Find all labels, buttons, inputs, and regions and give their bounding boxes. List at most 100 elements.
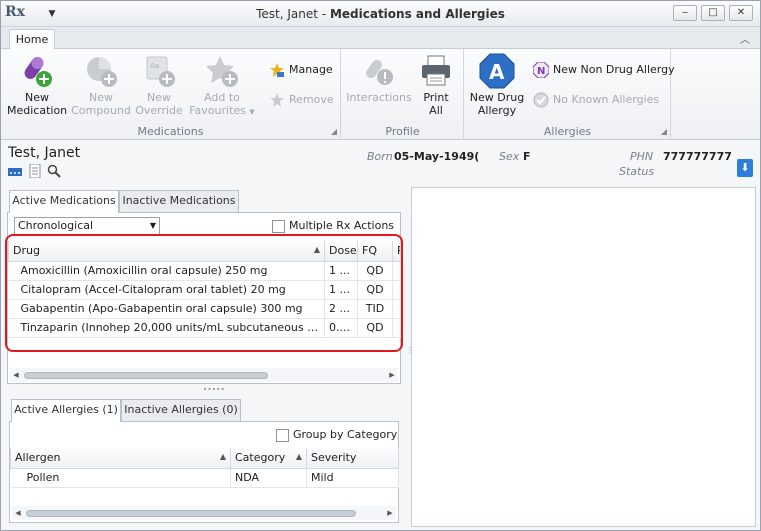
scroll-thumb[interactable]: [26, 510, 356, 517]
patient-tools: [8, 163, 63, 179]
allergies-panel: Group by Category Allergen ▲ Category ▲ Se…: [9, 421, 399, 523]
expand-patient-down-arrow-icon[interactable]: ⬇: [737, 159, 753, 177]
ribbon-tab-row: Home ︿: [1, 27, 760, 50]
new-drug-allergy-button[interactable]: A New Drug Allergy: [467, 53, 527, 117]
scroll-right-icon[interactable]: ▶: [384, 506, 396, 520]
checkbox-box[interactable]: [276, 428, 289, 442]
allergies-table: Allergen ▲ Category ▲ Severity Pollen NDA …: [10, 448, 399, 488]
dose-cell: 1 ...: [324, 261, 358, 281]
new-non-drug-allergy-button[interactable]: N New Non Drug Allergy: [533, 61, 675, 79]
favourites-dropdown-icon: ▼: [249, 108, 255, 116]
medications-group-label: Medications: [137, 125, 204, 138]
allergies-horizontal-scrollbar[interactable]: ◀ ▶: [12, 506, 396, 520]
horizontal-splitter-grip[interactable]: ∙∙∙∙∙: [203, 386, 225, 393]
medications-group-launcher-icon[interactable]: ◢: [331, 127, 337, 136]
allergy-tabs: Active Allergies (1) Inactive Allergies …: [11, 399, 251, 422]
drug-cell: Tinzaparin (Innohep 20,000 units/mL subc…: [8, 318, 325, 338]
group-by-category-checkbox[interactable]: Group by Category: [276, 428, 397, 442]
allergies-header-row: Allergen ▲ Category ▲ Severity: [10, 448, 399, 469]
maximize-button[interactable]: □: [701, 5, 725, 21]
tab-active-medications[interactable]: Active Medications: [9, 190, 119, 213]
drug-cell: Gabapentin (Apo-Gabapentin oral capsule)…: [8, 299, 325, 319]
status-label: Status: [619, 165, 655, 178]
no-known-allergies-button[interactable]: No Known Allergies: [533, 91, 659, 109]
born-label: Born: [367, 150, 393, 163]
scroll-right-icon[interactable]: ▶: [386, 368, 398, 382]
remove-button[interactable]: Remove: [269, 91, 334, 109]
document-icon[interactable]: [28, 163, 42, 179]
sex-value: F: [523, 150, 531, 163]
main-window: Rx ▼ Test, Janet - Medications and Aller…: [0, 0, 761, 531]
ribbon-group-allergies: A New Drug Allergy N New Non Drug Allerg…: [465, 49, 675, 140]
dose-cell: 0....: [324, 318, 358, 338]
drug-cell: Amoxicillin (Amoxicillin oral capsule) 2…: [8, 261, 325, 281]
sort-mode-select[interactable]: Chronological ▼: [14, 217, 160, 235]
new-medication-button[interactable]: New Medication: [7, 53, 67, 117]
favourites-star-icon: [206, 56, 238, 87]
table-row[interactable]: Tinzaparin (Innohep 20,000 units/mL subc…: [8, 318, 401, 338]
fq-cell: QD: [357, 280, 393, 300]
details-pane: [411, 187, 756, 527]
r-cell: [392, 280, 401, 300]
window-title: Test, Janet - Medications and Allergies: [256, 7, 505, 21]
table-row[interactable]: Pollen NDA Mild: [10, 468, 399, 488]
profile-group-label: Profile: [385, 125, 420, 138]
column-header-severity[interactable]: Severity: [306, 448, 399, 469]
search-icon[interactable]: [47, 164, 61, 178]
born-value: 05-May-1949(: [394, 150, 480, 163]
dose-cell: 1 ...: [324, 280, 358, 300]
phn-value: 777777777: [663, 150, 732, 163]
scroll-left-icon[interactable]: ◀: [10, 368, 22, 382]
table-row[interactable]: Gabapentin (Apo-Gabapentin oral capsule)…: [8, 299, 401, 319]
tab-inactive-medications[interactable]: Inactive Medications: [119, 190, 239, 212]
more-options-icon[interactable]: [8, 164, 22, 178]
column-header-drug[interactable]: Drug ▲: [8, 241, 325, 262]
svg-text:Aa: Aa: [150, 62, 159, 70]
table-row[interactable]: Citalopram (Accel-Citalopram oral tablet…: [8, 280, 401, 300]
vertical-splitter-grip[interactable]: ⋮: [406, 346, 414, 362]
new-compound-button[interactable]: New Compound: [71, 53, 131, 117]
add-to-favourites-button[interactable]: Add to Favourites ▼: [187, 53, 257, 119]
table-row[interactable]: Amoxicillin (Amoxicillin oral capsule) 2…: [8, 261, 401, 281]
interactions-button[interactable]: Interactions: [346, 53, 412, 104]
fq-cell: QD: [357, 261, 393, 281]
column-header-allergen[interactable]: Allergen ▲: [10, 448, 231, 469]
category-cell: NDA: [230, 468, 307, 488]
fq-cell: QD: [357, 318, 393, 338]
title-bar: Rx ▼ Test, Janet - Medications and Aller…: [1, 1, 760, 27]
scroll-thumb[interactable]: [24, 372, 268, 379]
column-header-category[interactable]: Category ▲: [230, 448, 307, 469]
r-cell: [392, 299, 401, 319]
new-medication-icon: [24, 57, 52, 87]
severity-cell: Mild: [306, 468, 399, 488]
column-header-fq[interactable]: FQ: [357, 241, 393, 262]
svg-text:N: N: [537, 66, 545, 77]
ribbon: New Medication New Compound Aa New Overr…: [1, 49, 760, 140]
checkmark-circle-icon: [533, 92, 549, 108]
manage-button[interactable]: Manage: [269, 61, 333, 79]
tab-inactive-allergies[interactable]: Inactive Allergies (0): [121, 399, 241, 421]
fq-cell: TID: [357, 299, 393, 319]
patient-header: Test, Janet Born 05-May-1949( Sex F PHN …: [1, 141, 760, 185]
tab-active-allergies[interactable]: Active Allergies (1): [11, 399, 121, 422]
printer-icon: [422, 55, 450, 86]
column-header-r[interactable]: R: [392, 241, 401, 262]
collapse-ribbon-icon[interactable]: ︿: [740, 31, 750, 46]
new-override-button[interactable]: Aa New Override: [129, 53, 189, 117]
medications-horizontal-scrollbar[interactable]: ◀ ▶: [10, 368, 398, 382]
patient-name: Test, Janet: [8, 145, 81, 161]
scroll-left-icon[interactable]: ◀: [12, 506, 24, 520]
override-icon: Aa: [146, 56, 175, 87]
minimize-button[interactable]: ‒: [673, 5, 697, 21]
allergies-group-launcher-icon[interactable]: ◢: [661, 127, 667, 136]
column-header-dose[interactable]: Dose: [324, 241, 358, 262]
sort-ascending-icon: ▲: [295, 452, 302, 461]
close-button[interactable]: ✕: [729, 5, 753, 21]
print-all-button[interactable]: Print All: [408, 53, 464, 117]
non-drug-allergy-n-icon: N: [533, 62, 549, 78]
multiple-rx-actions-checkbox[interactable]: Multiple Rx Actions: [272, 219, 394, 233]
svg-text:A: A: [489, 60, 505, 84]
r-cell: [392, 261, 401, 281]
tab-home[interactable]: Home: [9, 29, 55, 50]
checkbox-box[interactable]: [272, 219, 285, 233]
